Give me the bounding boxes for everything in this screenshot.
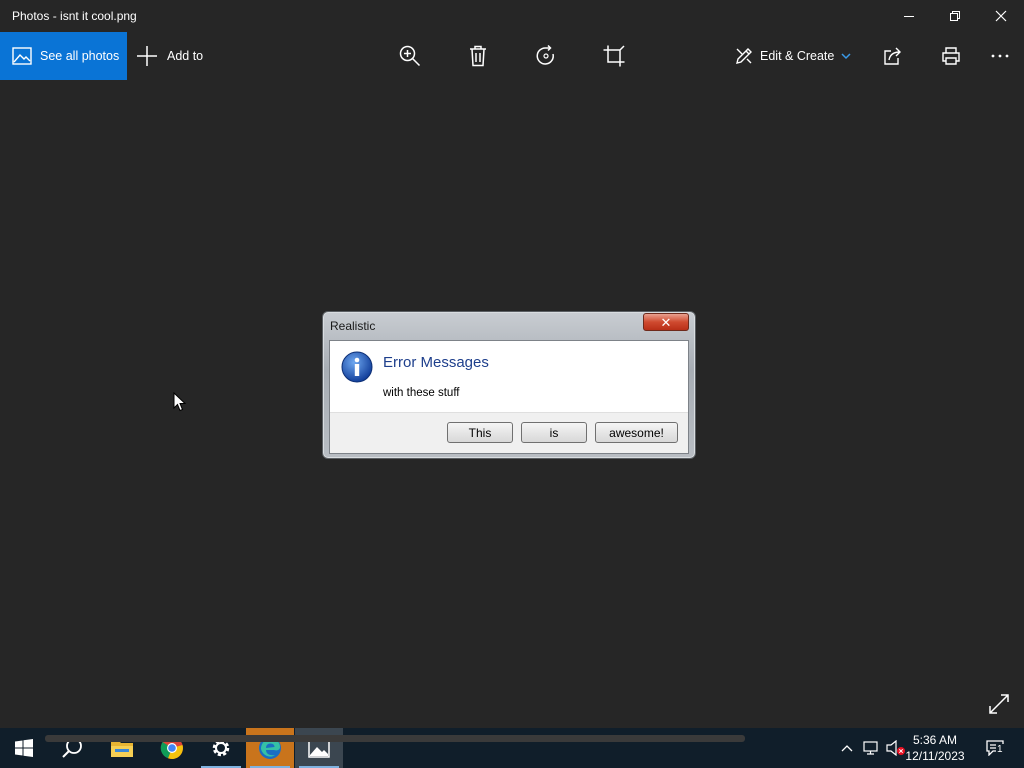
app-toolbar: See all photos Add to Edit & Create	[0, 32, 1024, 80]
close-icon: ✕	[660, 314, 672, 330]
taskbar-chrome[interactable]	[148, 728, 196, 768]
mouse-pointer-icon	[173, 392, 187, 412]
dialog-heading: Error Messages	[383, 354, 489, 371]
action-center-button[interactable]: 1	[978, 728, 1012, 768]
add-to-button[interactable]: Add to	[136, 32, 203, 80]
edit-create-button[interactable]: Edit & Create	[735, 32, 851, 80]
clock-time: 5:36 AM	[912, 733, 958, 747]
system-clock[interactable]: 5:36 AM 12/11/2023	[900, 732, 970, 764]
chevron-up-icon	[841, 745, 853, 752]
network-button[interactable]	[860, 728, 882, 768]
show-hidden-icons-button[interactable]	[838, 728, 856, 768]
delete-button[interactable]	[465, 43, 491, 69]
taskbar-file-explorer[interactable]	[98, 728, 146, 768]
message-dialog: Realistic ✕ Error Messages with these st…	[322, 311, 696, 459]
see-all-photos-button[interactable]: See all photos	[0, 32, 127, 80]
taskbar: 5:36 AM 12/11/2023 1	[0, 728, 1024, 768]
windows-start-icon	[15, 739, 33, 757]
network-icon	[863, 741, 878, 755]
taskbar-edge[interactable]	[246, 728, 294, 768]
dialog-body: Error Messages with these stuff This is …	[329, 340, 689, 454]
taskbar-settings[interactable]	[197, 728, 245, 768]
crop-button[interactable]	[601, 43, 627, 69]
more-icon	[991, 54, 1009, 58]
share-button[interactable]	[880, 43, 906, 69]
zoom-in-icon	[399, 45, 421, 67]
is-button[interactable]: is	[521, 422, 587, 443]
chevron-down-icon	[841, 53, 851, 60]
rotate-button[interactable]	[533, 43, 559, 69]
restore-icon	[950, 11, 960, 21]
window-title: Photos - isnt it cool.png	[12, 9, 137, 23]
minimize-button[interactable]	[886, 0, 932, 32]
zoom-button[interactable]	[397, 43, 423, 69]
search-button[interactable]	[48, 728, 96, 768]
title-bar: Photos - isnt it cool.png	[0, 0, 1024, 32]
add-to-label: Add to	[167, 49, 204, 63]
print-icon	[942, 47, 960, 65]
print-button[interactable]	[938, 43, 964, 69]
notification-count: 1	[996, 744, 1004, 755]
dialog-close-button[interactable]: ✕	[643, 313, 689, 331]
see-all-photos-label: See all photos	[40, 49, 120, 63]
awesome-button[interactable]: awesome!	[595, 422, 678, 443]
more-button[interactable]	[987, 43, 1013, 69]
photo-icon	[12, 47, 32, 65]
taskbar-photos[interactable]	[295, 728, 343, 768]
restore-button[interactable]	[932, 0, 978, 32]
share-icon	[884, 47, 901, 65]
fullscreen-icon[interactable]	[988, 693, 1010, 715]
minimize-icon	[904, 16, 914, 17]
info-icon	[341, 351, 373, 383]
delete-icon	[470, 45, 486, 67]
rotate-icon	[536, 45, 554, 65]
plus-icon	[137, 46, 157, 66]
close-icon	[995, 10, 1007, 22]
close-button[interactable]	[978, 0, 1024, 32]
start-button[interactable]	[0, 728, 48, 768]
edit-icon	[736, 48, 752, 64]
horizontal-scrollbar[interactable]	[45, 735, 745, 742]
dialog-footer: This is awesome!	[330, 412, 688, 453]
crop-icon	[603, 45, 625, 67]
dialog-message: with these stuff	[383, 387, 460, 399]
clock-date: 12/11/2023	[905, 749, 965, 763]
this-button[interactable]: This	[447, 422, 513, 443]
dialog-title: Realistic	[330, 319, 376, 333]
edit-create-label: Edit & Create	[760, 49, 835, 63]
